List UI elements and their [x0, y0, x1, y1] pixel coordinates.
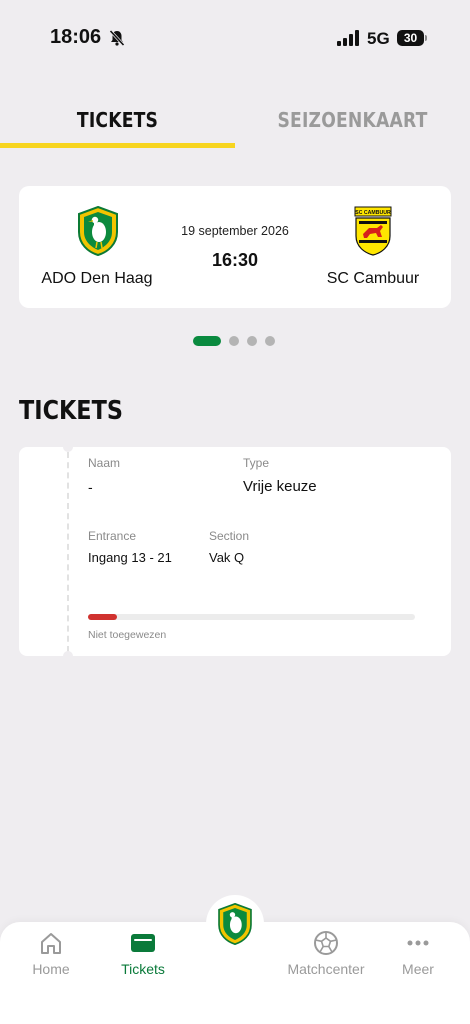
match-date: 19 september 2026 [181, 224, 289, 238]
home-team-name: ADO Den Haag [41, 270, 153, 287]
away-logo-text: SC CAMBUUR [355, 210, 391, 216]
nav-label-home: Home [32, 961, 70, 977]
naam-value: - [88, 479, 93, 495]
pagination-dot[interactable] [247, 336, 257, 346]
ado-den-haag-logo-icon [78, 206, 118, 256]
type-value: Vrije keuze [243, 478, 317, 495]
active-tab-indicator [0, 143, 235, 148]
nav-item-tickets[interactable]: Tickets [96, 930, 190, 977]
more-icon [407, 940, 429, 946]
ticket-perforation [67, 452, 69, 652]
section-value: Vak Q [209, 550, 245, 565]
nav-label-tickets: Tickets [121, 961, 165, 977]
assignment-progress-fill [88, 614, 118, 620]
away-team-name: SC Cambuur [326, 270, 420, 287]
ticket-notch-bottom [63, 651, 73, 661]
nav-label-matchcenter: Matchcenter [287, 961, 365, 977]
status-bar: 18:06 5G 30 [0, 0, 470, 76]
pagination-dot-active[interactable] [193, 336, 221, 346]
nav-label-meer: Meer [402, 961, 434, 977]
tickets-section-title: TICKETS [19, 396, 123, 426]
battery-level: 30 [403, 31, 418, 45]
nav-item-home[interactable]: Home [4, 930, 98, 977]
tab-tickets[interactable]: TICKETS [16, 108, 218, 148]
signal-icon [337, 30, 359, 46]
naam-label: Naam [88, 456, 121, 470]
entrance-label: Entrance [88, 529, 137, 543]
entrance-value: Ingang 13 - 21 [88, 550, 172, 565]
bell-slash-icon [109, 29, 125, 47]
battery-icon: 30 [397, 30, 427, 46]
ticket-icon [131, 934, 155, 952]
type-label: Type [243, 456, 270, 470]
home-icon [41, 933, 61, 954]
match-time: 16:30 [211, 250, 259, 270]
section-label: Section [209, 529, 250, 543]
sc-cambuur-logo-icon: SC CAMBUUR [354, 206, 392, 256]
network-type: 5G [367, 29, 390, 48]
nav-item-matchcenter[interactable]: Matchcenter [279, 930, 373, 977]
football-icon [314, 931, 338, 955]
pagination-dot[interactable] [229, 336, 239, 346]
ticket-notch-top [63, 442, 73, 452]
assignment-status: Niet toegewezen [88, 629, 167, 641]
club-logo-icon [218, 903, 252, 945]
nav-item-meer[interactable]: Meer [371, 930, 465, 977]
assignment-progress-bar [88, 614, 415, 620]
pagination-dot[interactable] [265, 336, 275, 346]
tab-seizoenkaart[interactable]: SEIZOENKAART [251, 108, 453, 148]
status-time: 18:06 [50, 26, 102, 48]
